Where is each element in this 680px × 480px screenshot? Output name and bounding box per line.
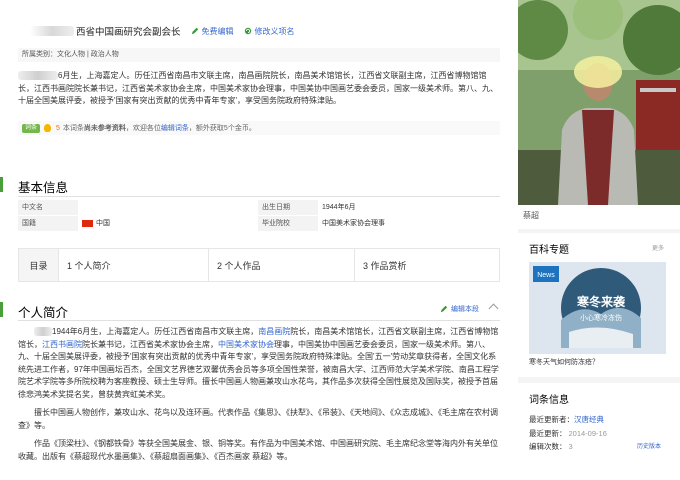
- blurred-name: [18, 71, 58, 81]
- toc-head: 目录: [19, 249, 59, 281]
- photo-caption: 蔡超: [518, 205, 680, 229]
- history-link[interactable]: 历史版本: [637, 441, 661, 450]
- intro-title: 个人简介: [18, 306, 69, 320]
- banner-sub-text: 小心寒冷冻伤: [580, 313, 622, 322]
- intro-text: 院长兼书记，江西省美术家协会主席，: [82, 339, 218, 349]
- pencil-icon: [191, 27, 198, 35]
- blurred-name: [34, 327, 52, 337]
- free-edit-label: 免费编辑: [201, 26, 234, 36]
- table-of-contents: 目录 1 个人简介 2 个人作品 3 作品赏析: [18, 248, 500, 282]
- field-value: 1944年6月: [318, 200, 500, 215]
- news-logo: News: [537, 272, 555, 279]
- winter-banner-image: News 寒冬来袭 小心寒冷冻伤: [529, 262, 666, 354]
- count-label: 编辑次数：: [529, 442, 567, 451]
- free-edit-link[interactable]: 免费编辑: [191, 26, 234, 37]
- updated-label: 最近更新：: [529, 429, 567, 438]
- link-china-artists-assoc[interactable]: 中国美术家协会: [218, 340, 274, 349]
- portrait-photo[interactable]: [518, 0, 680, 205]
- record-count-row: 编辑次数： 3: [529, 441, 573, 452]
- record-title: 词条信息: [529, 395, 569, 406]
- field-label: 毕业院校: [258, 216, 318, 231]
- intro-body: 1944年6月生，上海嘉定人。历任江西省南昌市文联主席，南昌画院院长，南昌美术馆…: [18, 326, 500, 469]
- modify-name-link[interactable]: 修改义项名: [244, 26, 295, 37]
- entry-title: 西省中国画研究会副会长: [76, 27, 181, 38]
- edit-section-link[interactable]: 编辑本段: [440, 304, 479, 314]
- collapse-icon[interactable]: [488, 303, 499, 314]
- toc-item-intro[interactable]: 1 个人简介: [59, 249, 209, 281]
- edit-section-label: 编辑本段: [451, 306, 479, 313]
- entry-badge: 词条: [22, 123, 41, 133]
- editor-label: 最近更新者：: [529, 415, 574, 424]
- field-label: 国籍: [18, 216, 78, 231]
- record-editor-row: 最近更新者：汉唐经典: [529, 414, 604, 425]
- notice-text-before: 本词条: [62, 125, 84, 132]
- link-jiangxi-academy[interactable]: 江西书画院: [42, 340, 82, 349]
- basic-info-row: 国籍 中国 毕业院校 中国美术家协会理事: [18, 216, 500, 232]
- refresh-icon: [244, 27, 251, 35]
- category-bar: 所属类别：文化人物 | 政治人物: [18, 48, 500, 62]
- notice-text-middle: ，欢迎各位: [125, 125, 161, 132]
- summary-paragraph: 6月生，上海嘉定人。历任江西省南昌市文联主席，南昌画院院长，南昌美术馆馆长，江西…: [18, 70, 500, 108]
- field-value: 中国美术家协会理事: [318, 216, 500, 231]
- summary-text: 6月生，上海嘉定人。历任江西省南昌市文联主席，南昌画院院长，南昌美术馆馆长，江西…: [18, 71, 498, 105]
- section-marker: [0, 302, 3, 317]
- link-nanchang-academy[interactable]: 南昌画院: [258, 327, 290, 336]
- nationality-text: 中国: [96, 220, 110, 227]
- entry-title-row: 西省中国画研究会副会长 免费编辑 修改义项名: [30, 24, 295, 38]
- field-value: [78, 200, 258, 215]
- pencil-icon: [440, 305, 448, 313]
- section-marker: [0, 177, 3, 192]
- intro-paragraph: 擅长中国画人物创作，兼攻山水、花鸟以及连环画。代表作品《集思》、《扶犁》、《吊装…: [18, 408, 498, 430]
- divider: [18, 320, 500, 321]
- updated-value: 2014-09-16: [568, 429, 607, 438]
- modify-name-label: 修改义项名: [254, 26, 295, 36]
- china-flag-icon: [82, 219, 93, 227]
- article-main: 西省中国画研究会副会长 免费编辑 修改义项名 所属类别：文化人物 | 政治人物 …: [0, 0, 511, 480]
- field-label: 出生日期: [258, 200, 318, 215]
- gold-count: 5: [56, 124, 60, 132]
- lightbulb-icon: [44, 124, 52, 132]
- notice-bold: 尚未参考资料: [83, 125, 126, 132]
- intro-paragraph: 1944年6月生，上海嘉定人。历任江西省南昌市文联主席，南昌画院院长，南昌美术馆…: [18, 326, 500, 401]
- toc-item-appreciation[interactable]: 3 作品赏析: [355, 249, 499, 281]
- divider: [18, 196, 500, 197]
- toc-item-works[interactable]: 2 个人作品: [209, 249, 355, 281]
- more-link[interactable]: 更多: [652, 243, 664, 252]
- field-label: 中文名: [18, 200, 78, 215]
- basic-info-title: 基本信息: [18, 181, 69, 195]
- topic-banner[interactable]: News 寒冬来袭 小心寒冷冻伤: [529, 262, 666, 354]
- field-value-nationality: 中国: [78, 216, 258, 231]
- notice-text-after: ，额外获取5个金币。: [188, 125, 256, 132]
- intro-paragraph: 作品《顶梁柱》、《钢都铁骨》等获全国美展金、银、铜等奖。有作品为中国美术馆、中国…: [18, 439, 498, 461]
- basic-info-row: 中文名 出生日期 1944年6月: [18, 200, 500, 216]
- count-value: 3: [568, 442, 573, 451]
- edit-entry-link[interactable]: 编辑词条: [161, 123, 189, 133]
- topic-caption[interactable]: 寒冬天气如何防冻疮？: [529, 357, 599, 367]
- intro-text: 1944年6月生，上海嘉定人。历任江西省南昌市文联主席，: [52, 327, 259, 336]
- record-updated-row: 最近更新： 2014-09-16: [529, 428, 607, 439]
- portrait-image: [518, 0, 680, 205]
- reference-notice: 词条 5 本词条 尚未参考资料 ，欢迎各位 编辑词条 ，额外获取5个金币。: [18, 121, 500, 135]
- basic-info-table: 中文名 出生日期 1944年6月 国籍 中国 毕业院校 中国美术家协会理事: [18, 200, 500, 232]
- editor-link[interactable]: 汉唐经典: [574, 415, 604, 424]
- blurred-name: [30, 26, 74, 36]
- banner-main-text: 寒冬来袭: [576, 294, 626, 309]
